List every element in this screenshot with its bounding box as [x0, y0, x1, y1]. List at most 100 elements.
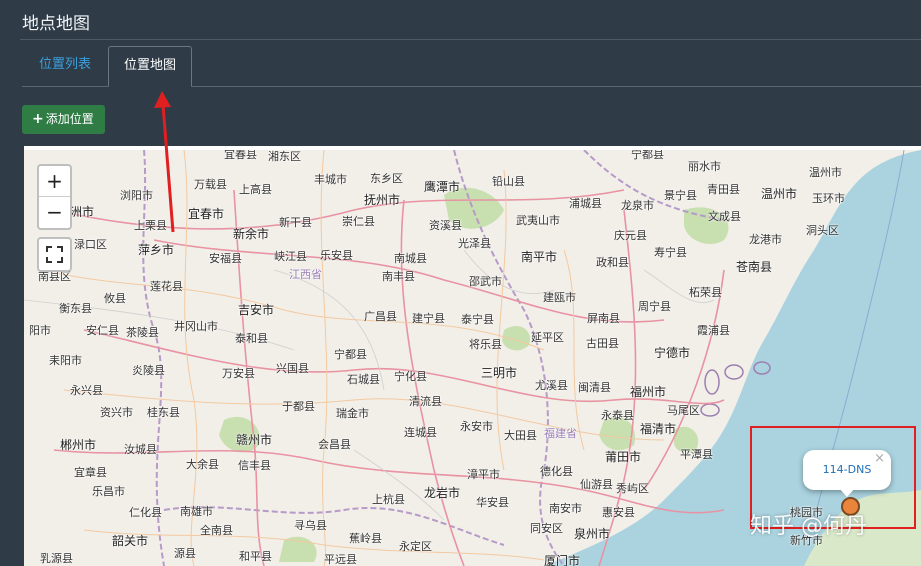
popup-tip [839, 488, 855, 497]
zoom-in-button[interactable]: + [39, 166, 70, 197]
map-label: 攸县 [104, 292, 126, 305]
plus-icon: + [32, 111, 44, 127]
map-label: 乳源县 [40, 552, 73, 565]
map-label: 苍南县 [736, 260, 773, 274]
map-label: 新干县 [279, 216, 312, 229]
map-label: 清流县 [409, 395, 442, 408]
map-label: 尤溪县 [535, 379, 568, 392]
map-label: 连城县 [404, 426, 437, 439]
map-label: 蕉岭县 [349, 532, 382, 545]
tab-location-list[interactable]: 位置列表 [24, 46, 106, 85]
map-label: 福建省 [544, 427, 577, 440]
map-label: 大田县 [504, 429, 537, 442]
map-label: 南城县 [394, 252, 427, 265]
map-label: 和平县 [239, 550, 272, 563]
map-label: 屏南县 [587, 312, 620, 325]
map-label: 于都县 [282, 400, 315, 413]
map-label: 寻乌县 [294, 519, 327, 532]
map-label: 龙泉市 [621, 199, 654, 212]
map-label: 汝城县 [124, 443, 157, 456]
map-label: 南安市 [549, 502, 582, 515]
map-label: 温州市 [809, 166, 842, 179]
map-label: 上高县 [239, 183, 272, 196]
map-label: 桂东县 [147, 406, 180, 419]
map-label: 江西省 [289, 268, 322, 281]
tab-bar: 位置列表 位置地图 [22, 46, 921, 87]
map-label: 泰宁县 [461, 313, 494, 326]
map-label: 铅山县 [492, 175, 525, 188]
map-label: 闽清县 [578, 381, 611, 394]
map-label: 郴州市 [60, 438, 97, 452]
map-label: 炎陵县 [132, 364, 165, 377]
map-label: 大余县 [186, 458, 219, 471]
map-label: 南雄市 [180, 505, 213, 518]
map-label: 建宁县 [412, 312, 445, 325]
map-label: 政和县 [596, 256, 629, 269]
popup-close-button[interactable]: × [874, 451, 885, 466]
map-label: 浏阳市 [120, 189, 153, 202]
map-label: 同安区 [530, 522, 563, 535]
map-label: 莲花县 [150, 280, 183, 293]
map-label: 新余市 [233, 227, 270, 241]
map-label: 武夷山市 [516, 214, 560, 227]
map-label: 资兴市 [100, 406, 133, 419]
map-label: 南丰县 [382, 270, 415, 283]
add-location-button[interactable]: + 添加位置 [22, 105, 105, 134]
map-label: 广昌县 [364, 310, 397, 323]
map-label: 茶陵县 [126, 326, 159, 339]
map-label: 丰城市 [314, 173, 347, 186]
map-label: 漳平市 [467, 468, 500, 481]
map-label: 三明市 [481, 366, 518, 380]
map-label: 万安县 [222, 367, 255, 380]
map-label: 厦门市 [544, 554, 581, 566]
fullscreen-button[interactable] [37, 237, 72, 272]
map-label: 宁都县 [631, 148, 664, 161]
map-label: 延平区 [531, 331, 564, 344]
map-label: 渌口区 [74, 238, 107, 251]
map-label: 永定区 [399, 540, 432, 553]
map-label: 宁德市 [654, 346, 691, 360]
map-label: 温州市 [761, 187, 798, 201]
map-label: 抚州市 [364, 193, 401, 207]
map-label: 庆元县 [614, 229, 647, 242]
map-label: 惠安县 [602, 506, 635, 519]
map-label: 将乐县 [469, 338, 502, 351]
map-label: 乐昌市 [92, 485, 125, 498]
map-label: 萍乡市 [138, 243, 175, 257]
map-label: 安福县 [209, 252, 242, 265]
map-label: 霞浦县 [697, 324, 730, 337]
map-label: 宁都县 [334, 348, 367, 361]
marker-popup: 114-DNS × [803, 450, 891, 497]
map-label: 柘荣县 [689, 286, 722, 299]
map-label: 衡东县 [59, 302, 92, 315]
map-label: 景宁县 [664, 189, 697, 202]
map-label: 仁化县 [129, 506, 162, 519]
map-label: 万载县 [194, 178, 227, 191]
fullscreen-icon [46, 246, 63, 263]
map-label: 峡江县 [274, 250, 307, 263]
map-label: 鹰潭市 [424, 180, 461, 194]
watermark-text: 知乎 @何丹 [750, 514, 867, 539]
map-view[interactable]: 宜春县 湘东区 东乡区 宁都县 丽水市 万载县 上高县 丰城市 抚州市 鹰潭市 … [24, 146, 921, 566]
zoom-out-button[interactable]: − [39, 197, 70, 227]
map-label: 泉州市 [574, 527, 611, 541]
map-label: 莆田市 [605, 450, 642, 464]
map-label: 资溪县 [429, 219, 462, 232]
map-label: 周宁县 [638, 300, 671, 313]
map-label: 秀屿区 [616, 482, 649, 495]
map-label: 福州市 [630, 385, 667, 399]
title-divider [20, 39, 921, 40]
map-label: 仙游县 [580, 478, 613, 491]
map-label: 湘东区 [268, 150, 301, 163]
tab-location-map[interactable]: 位置地图 [108, 46, 193, 87]
map-label: 井冈山市 [174, 320, 218, 333]
map-label: 东乡区 [370, 172, 403, 185]
map-label: 石城县 [347, 373, 380, 386]
map-label: 丽水市 [688, 160, 721, 173]
map-label: 古田县 [586, 337, 619, 350]
map-label: 泰和县 [235, 332, 268, 345]
map-label: 马尾区 [667, 404, 700, 417]
map-label: 瑞金市 [336, 407, 369, 420]
map-label: 龙港市 [749, 233, 782, 246]
map-label: 永兴县 [70, 384, 103, 397]
